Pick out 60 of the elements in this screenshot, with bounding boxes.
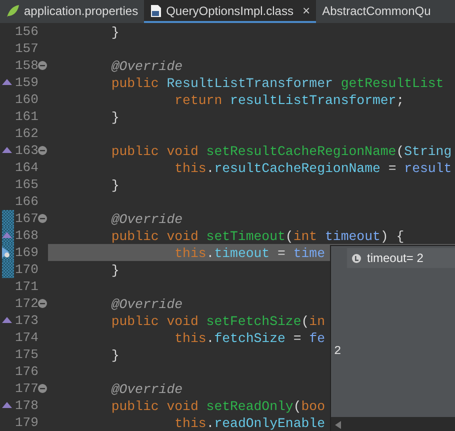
line-number: 176 [15, 364, 38, 379]
line-number: 163 [15, 143, 38, 158]
code-line: public void setFetchSize(in [110, 313, 325, 330]
editor-tab[interactable]: QueryOptionsImpl.class × [144, 0, 316, 23]
code-line: } [110, 109, 120, 126]
code-line: this.timeout = time [174, 245, 326, 262]
line-number: 168 [15, 228, 38, 243]
code-line: } [110, 262, 120, 279]
code-line: @Override [110, 296, 183, 313]
line-number: 170 [15, 262, 38, 277]
line-number: 169 [15, 245, 38, 260]
line-number: 177 [15, 381, 38, 396]
close-icon[interactable]: × [302, 3, 310, 18]
code-line: this.resultCacheRegionName = result [174, 160, 452, 177]
detail-value: 2 [334, 344, 342, 358]
code-line: @Override [110, 211, 183, 228]
code-line: } [110, 24, 120, 41]
fold-icon[interactable] [38, 299, 47, 308]
line-number: 175 [15, 347, 38, 362]
line-number: 162 [15, 126, 38, 141]
line-number: 160 [15, 92, 38, 107]
line-number: 156 [15, 24, 38, 39]
fold-icon[interactable] [38, 384, 47, 393]
scroll-left-icon[interactable] [335, 420, 341, 428]
line-number: 164 [15, 160, 38, 175]
code-line: public void setReadOnly(boo [110, 398, 326, 415]
code-line: return resultListTransformer; [174, 92, 404, 109]
line-number: 178 [15, 398, 38, 413]
fold-icon[interactable] [38, 214, 47, 223]
line-number: 157 [15, 41, 38, 56]
local-variable-icon [352, 254, 361, 262]
code-line: public ResultListTransformer getResultList [110, 75, 444, 92]
fold-icon[interactable] [38, 146, 47, 155]
horizontal-scrollbar[interactable] [331, 417, 455, 431]
code-line: this.fetchSize = fe [174, 330, 326, 347]
line-number: 171 [15, 279, 38, 294]
code-line: } [110, 177, 120, 194]
editor-tab[interactable]: AbstractCommonQu [316, 0, 437, 23]
code-line: } [110, 347, 120, 364]
line-number: 161 [15, 109, 38, 124]
code-line: public void setResultCacheRegionName(String [110, 143, 452, 160]
line-number: 166 [15, 194, 38, 209]
code-line: public void setTimeout(int timeout) { [110, 228, 404, 245]
code-line: @Override [110, 58, 183, 75]
line-number: 167 [15, 211, 38, 226]
variable-row[interactable]: timeout= 2 [347, 248, 455, 268]
line-number: 158 [15, 58, 38, 73]
leaf-icon [6, 4, 20, 18]
editor-tab[interactable]: application.properties [0, 0, 144, 23]
code-line: @Override [110, 381, 183, 398]
variable-value: timeout= 2 [367, 251, 424, 265]
line-number: 159 [15, 75, 38, 90]
fold-icon[interactable] [38, 61, 47, 70]
line-number: 173 [15, 313, 38, 328]
code-line: this.readOnlyEnable [174, 415, 325, 431]
line-number: 172 [15, 296, 38, 311]
line-number: 174 [15, 330, 38, 345]
line-number: 165 [15, 177, 38, 192]
line-number: 179 [15, 415, 38, 430]
class-file-icon [150, 4, 162, 18]
